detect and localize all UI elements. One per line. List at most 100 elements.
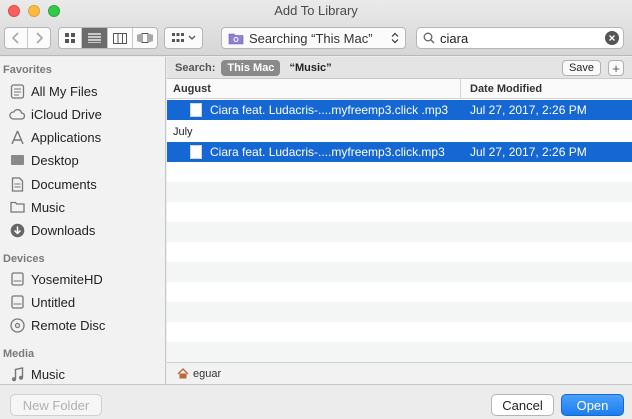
scope-this-mac-button[interactable]: This Mac — [221, 59, 281, 76]
search-input[interactable]: ciara — [440, 31, 468, 46]
path-bar: eguar — [167, 362, 632, 384]
close-icon — [609, 35, 615, 41]
file-row[interactable]: Ciara feat. Ludacris-....myfreemp3.click… — [167, 100, 632, 120]
location-label: Searching “This Mac” — [249, 30, 373, 46]
file-name: Ciara feat. Ludacris-....myfreemp3.click… — [210, 103, 449, 117]
hard-disk-icon — [9, 271, 25, 287]
sidebar-item-downloads[interactable]: Downloads — [0, 219, 165, 241]
column-header: August Date Modified — [167, 79, 632, 99]
icon-view-button[interactable] — [59, 28, 82, 48]
sidebar-item-applications[interactable]: Applications — [0, 126, 165, 148]
applications-icon — [9, 129, 25, 145]
forward-button[interactable] — [28, 28, 50, 48]
cover-flow-icon — [137, 33, 153, 43]
sidebar-item-untitled[interactable]: Untitled — [0, 291, 165, 313]
sidebar-item-label: All My Files — [31, 83, 98, 99]
search-icon — [423, 32, 435, 44]
sidebar-section-media: Media — [3, 348, 35, 360]
sidebar-item-remote-disc[interactable]: Remote Disc — [0, 314, 165, 336]
desktop-icon — [9, 152, 25, 168]
cover-flow-button[interactable] — [133, 28, 157, 48]
chevron-right-icon — [36, 32, 43, 44]
all-files-icon — [9, 83, 25, 99]
file-name: Ciara feat. Ludacris-....myfreemp3.click… — [210, 145, 445, 159]
file-date: Jul 27, 2017, 2:26 PM — [470, 145, 587, 159]
folder-icon — [9, 199, 25, 215]
sidebar-item-label: iCloud Drive — [31, 106, 102, 122]
sidebar-item-media-music[interactable]: Music — [0, 363, 165, 385]
back-button[interactable] — [5, 28, 28, 48]
cloud-icon — [9, 106, 25, 122]
column-view-icon — [113, 32, 127, 44]
chevron-left-icon — [12, 32, 19, 44]
clear-search-button[interactable] — [605, 31, 619, 45]
title-bar: Add To Library Searching “This Mac” ciar… — [0, 0, 632, 56]
sidebar-section-devices: Devices — [3, 253, 45, 265]
hard-disk-icon — [9, 294, 25, 310]
list-view-button[interactable] — [82, 28, 108, 48]
sidebar-section-favorites: Favorites — [3, 64, 52, 76]
file-browser: Search: This Mac “Music” Save + August D… — [167, 57, 632, 384]
location-popup[interactable]: Searching “This Mac” — [221, 27, 406, 49]
file-row[interactable]: Ciara feat. Ludacris-....myfreemp3.click… — [167, 142, 632, 162]
open-button[interactable]: Open — [561, 394, 624, 416]
documents-icon — [9, 176, 25, 192]
empty-row — [167, 342, 632, 362]
list-view-icon — [88, 33, 101, 43]
sidebar-item-music[interactable]: Music — [0, 196, 165, 218]
nav-buttons — [4, 27, 51, 49]
cancel-label: Cancel — [502, 397, 543, 413]
cancel-button[interactable]: Cancel — [491, 394, 554, 416]
search-field[interactable]: ciara — [416, 27, 624, 49]
plus-icon: + — [612, 60, 620, 76]
sidebar-item-label: Applications — [31, 129, 102, 145]
sidebar-item-documents[interactable]: Documents — [0, 173, 165, 195]
scope-music-button[interactable]: “Music” — [289, 62, 331, 74]
open-label: Open — [576, 397, 609, 413]
document-icon — [190, 103, 202, 117]
chevron-down-icon — [188, 35, 195, 40]
sidebar-item-label: Documents — [31, 176, 97, 192]
file-date: Jul 27, 2017, 2:26 PM — [470, 103, 587, 117]
new-folder-button[interactable]: New Folder — [10, 394, 102, 416]
new-folder-label: New Folder — [22, 397, 90, 413]
column-divider[interactable] — [460, 79, 461, 99]
arrange-grid-icon — [171, 33, 184, 42]
save-search-label: Save — [568, 62, 595, 74]
disc-icon — [9, 317, 25, 333]
sidebar-item-all-my-files[interactable]: All My Files — [0, 80, 165, 102]
sidebar-item-label: Music — [31, 366, 65, 382]
empty-row — [167, 262, 632, 282]
sidebar-item-label: Remote Disc — [31, 317, 106, 333]
search-scope-bar: Search: This Mac “Music” Save + — [167, 57, 632, 79]
sidebar-item-desktop[interactable]: Desktop — [0, 149, 165, 171]
empty-row — [167, 302, 632, 322]
column-view-button[interactable] — [108, 28, 133, 48]
document-icon — [190, 145, 202, 159]
add-criteria-button[interactable]: + — [608, 60, 624, 76]
path-item-home[interactable]: eguar — [193, 368, 221, 380]
music-note-icon — [9, 366, 25, 382]
sidebar-item-label: Music — [31, 199, 65, 215]
home-icon — [177, 368, 189, 379]
column-name-header[interactable]: August — [173, 83, 211, 95]
empty-row — [167, 222, 632, 242]
sidebar-item-label: YosemiteHD — [31, 271, 103, 287]
dialog-button-bar: New Folder Cancel Open — [0, 384, 632, 419]
group-header-july: July — [167, 122, 632, 142]
sidebar: Favorites All My Files iCloud Drive Appl… — [0, 57, 166, 384]
sidebar-item-label: Desktop — [31, 152, 79, 168]
group-title: July — [173, 126, 193, 138]
window-title: Add To Library — [274, 3, 358, 18]
sidebar-item-icloud-drive[interactable]: iCloud Drive — [0, 103, 165, 125]
sidebar-item-yosemitehd[interactable]: YosemiteHD — [0, 268, 165, 290]
folder-search-icon — [228, 33, 244, 44]
scope-label: Search: — [175, 61, 216, 74]
column-date-header[interactable]: Date Modified — [470, 83, 542, 95]
downloads-icon — [9, 222, 25, 238]
sidebar-item-label: Downloads — [31, 222, 96, 238]
view-mode-control — [58, 27, 158, 49]
save-search-button[interactable]: Save — [562, 60, 601, 76]
icon-view-icon — [65, 33, 75, 43]
arrange-button[interactable] — [164, 27, 203, 49]
